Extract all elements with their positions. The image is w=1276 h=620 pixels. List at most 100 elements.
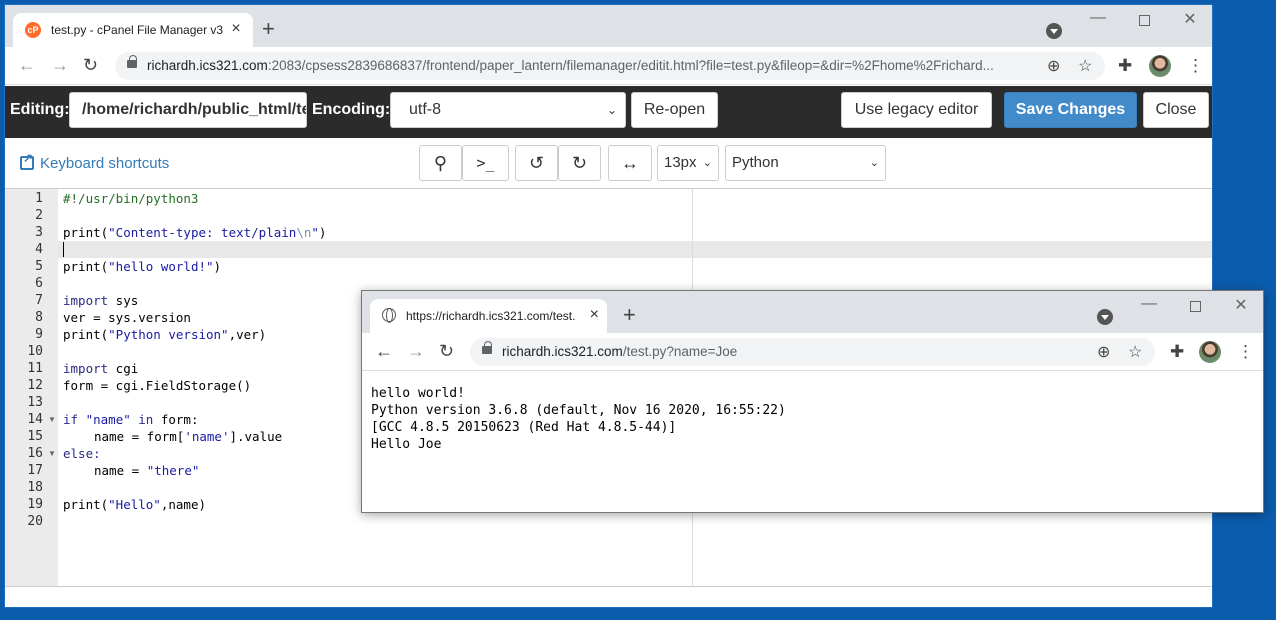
code-token: "there" [146, 463, 200, 478]
tab-close-icon[interactable]: × [227, 20, 245, 38]
line-number: 19 [27, 497, 43, 512]
code-token: ,name) [160, 497, 206, 512]
bookmark-star-icon[interactable]: ☆ [1078, 56, 1092, 76]
close-button[interactable]: Close [1143, 92, 1209, 128]
font-size-value: 13px [664, 154, 697, 171]
code-line: print("Python version",ver) [63, 326, 266, 343]
keyboard-shortcuts-link[interactable]: Keyboard shortcuts [20, 151, 170, 172]
line-number: 17 [27, 463, 43, 478]
editing-label: Editing: [10, 101, 70, 118]
command-line-button[interactable]: >_ [462, 145, 509, 181]
line-number: 12 [27, 378, 43, 393]
editor-toolbar: Keyboard shortcuts ⚲ >_ ↺ ↻ ↔ 13px ⌄ Pyth… [5, 138, 1212, 189]
minimize-button[interactable]: — [1134, 295, 1164, 313]
code-token: in [130, 412, 154, 427]
legacy-editor-button[interactable]: Use legacy editor [841, 92, 992, 128]
line-number: 7 [35, 293, 43, 308]
address-bar[interactable]: richardh.ics321.com:2083/cpsess283968683… [115, 52, 1105, 80]
profile-avatar[interactable] [1199, 341, 1221, 363]
reopen-button[interactable]: Re-open [631, 92, 718, 128]
code-line: print("Hello",name) [63, 496, 206, 513]
maximize-button[interactable] [1129, 9, 1159, 31]
chevron-down-icon: ⌄ [606, 103, 617, 117]
menu-kebab-icon[interactable]: ⋮ [1237, 342, 1254, 362]
url-text: richardh.ics321.com/test.py?name=Joe [502, 344, 737, 359]
back-button[interactable]: ← [18, 55, 36, 75]
keyboard-shortcuts-label: Keyboard shortcuts [40, 155, 170, 172]
code-token: sys [108, 293, 139, 308]
zoom-icon[interactable]: ⊕ [1097, 342, 1110, 362]
font-size-select[interactable]: 13px ⌄ [657, 145, 719, 181]
lock-icon [127, 55, 137, 68]
fold-toggle-icon[interactable]: ▼ [48, 445, 56, 462]
extensions-icon[interactable]: ✚ [1118, 56, 1132, 76]
code-token: cgi [108, 361, 139, 376]
code-token: "Hello" [108, 497, 161, 512]
chevron-down-icon: ⌄ [869, 157, 879, 169]
code-token: ) [213, 259, 222, 274]
popup-tab[interactable]: https://richardh.ics321.com/test.py?name… [370, 299, 607, 333]
back-button[interactable]: ← [375, 341, 393, 361]
line-number: 1 [35, 191, 43, 206]
external-link-icon [20, 151, 34, 170]
menu-kebab-icon[interactable]: ⋮ [1187, 56, 1204, 76]
zoom-icon[interactable]: ⊕ [1047, 56, 1060, 76]
tab-file-manager[interactable]: cP test.py - cPanel File Manager v3 × [13, 13, 253, 47]
file-path-field[interactable]: /home/richardh/public_html/test.py [69, 92, 307, 128]
url-host: richardh.ics321.com [147, 58, 268, 73]
chevron-down-icon: ⌄ [702, 157, 712, 169]
search-button[interactable]: ⚲ [419, 145, 462, 181]
line-number: 18 [27, 480, 43, 495]
extensions-icon[interactable]: ✚ [1170, 342, 1184, 362]
tab-strip: cP test.py - cPanel File Manager v3 × + … [5, 5, 1212, 47]
code-token: "hello world!" [108, 259, 214, 274]
save-changes-button[interactable]: Save Changes [1004, 92, 1137, 128]
url-path: /test.py?name=Joe [622, 344, 738, 359]
profile-avatar[interactable] [1149, 55, 1171, 77]
forward-button[interactable]: → [51, 55, 69, 75]
forward-button[interactable]: → [407, 341, 425, 361]
window-close-button[interactable]: ✕ [1226, 295, 1256, 315]
line-number: 8 [35, 310, 43, 325]
maximize-button[interactable] [1180, 295, 1210, 317]
output-line: Python version 3.6.8 (default, Nov 16 20… [371, 403, 786, 418]
new-tab-button[interactable]: + [262, 18, 275, 40]
redo-button[interactable]: ↻ [558, 145, 601, 181]
fold-toggle-icon[interactable]: ▼ [48, 411, 56, 428]
line-number: 3 [35, 225, 43, 240]
encoding-value: utf-8 [409, 101, 442, 118]
code-line: import cgi [63, 360, 138, 377]
minimize-button[interactable]: — [1083, 9, 1113, 27]
code-token: print( [63, 327, 109, 342]
line-number: 11 [27, 361, 43, 376]
tab-search-icon[interactable] [1046, 23, 1062, 39]
line-number: 4 [35, 242, 43, 257]
undo-button[interactable]: ↺ [515, 145, 558, 181]
code-token: import [63, 293, 109, 308]
browser-toolbar: ← → ↻ richardh.ics321.com:2083/cpsess283… [5, 47, 1212, 85]
reload-button[interactable]: ↻ [439, 341, 454, 361]
line-number: 10 [27, 344, 43, 359]
popup-browser-window: https://richardh.ics321.com/test.py?name… [361, 290, 1264, 513]
language-mode-value: Python [732, 154, 779, 171]
popup-tab-strip: https://richardh.ics321.com/test.py?name… [362, 291, 1263, 333]
undo-icon: ↺ [528, 153, 545, 173]
code-token: "name" [78, 412, 131, 427]
encoding-select[interactable]: utf-8 ⌄ [390, 92, 626, 128]
code-line: print("hello world!") [63, 258, 221, 275]
line-number-gutter: 1 2 3 4 5 6 7 8 9 10 11 12 13 14 ▼ 15 16… [5, 189, 58, 586]
reload-button[interactable]: ↻ [83, 55, 98, 75]
wrap-toggle-button[interactable]: ↔ [608, 145, 652, 181]
window-close-button[interactable]: ✕ [1175, 9, 1205, 29]
maximize-icon [1189, 301, 1201, 312]
tab-close-icon[interactable]: × [590, 306, 599, 324]
bookmark-star-icon[interactable]: ☆ [1128, 342, 1142, 362]
tab-search-icon[interactable] [1097, 309, 1113, 325]
code-line: if "name" in form: [63, 411, 198, 428]
popup-address-bar[interactable]: richardh.ics321.com/test.py?name=Joe ⊕ ☆ [470, 338, 1155, 366]
code-line: #!/usr/bin/python3 [63, 191, 199, 206]
language-mode-select[interactable]: Python ⌄ [725, 145, 886, 181]
line-number: 20 [27, 514, 43, 529]
new-tab-button[interactable]: + [623, 304, 636, 326]
code-token: print( [63, 497, 109, 512]
